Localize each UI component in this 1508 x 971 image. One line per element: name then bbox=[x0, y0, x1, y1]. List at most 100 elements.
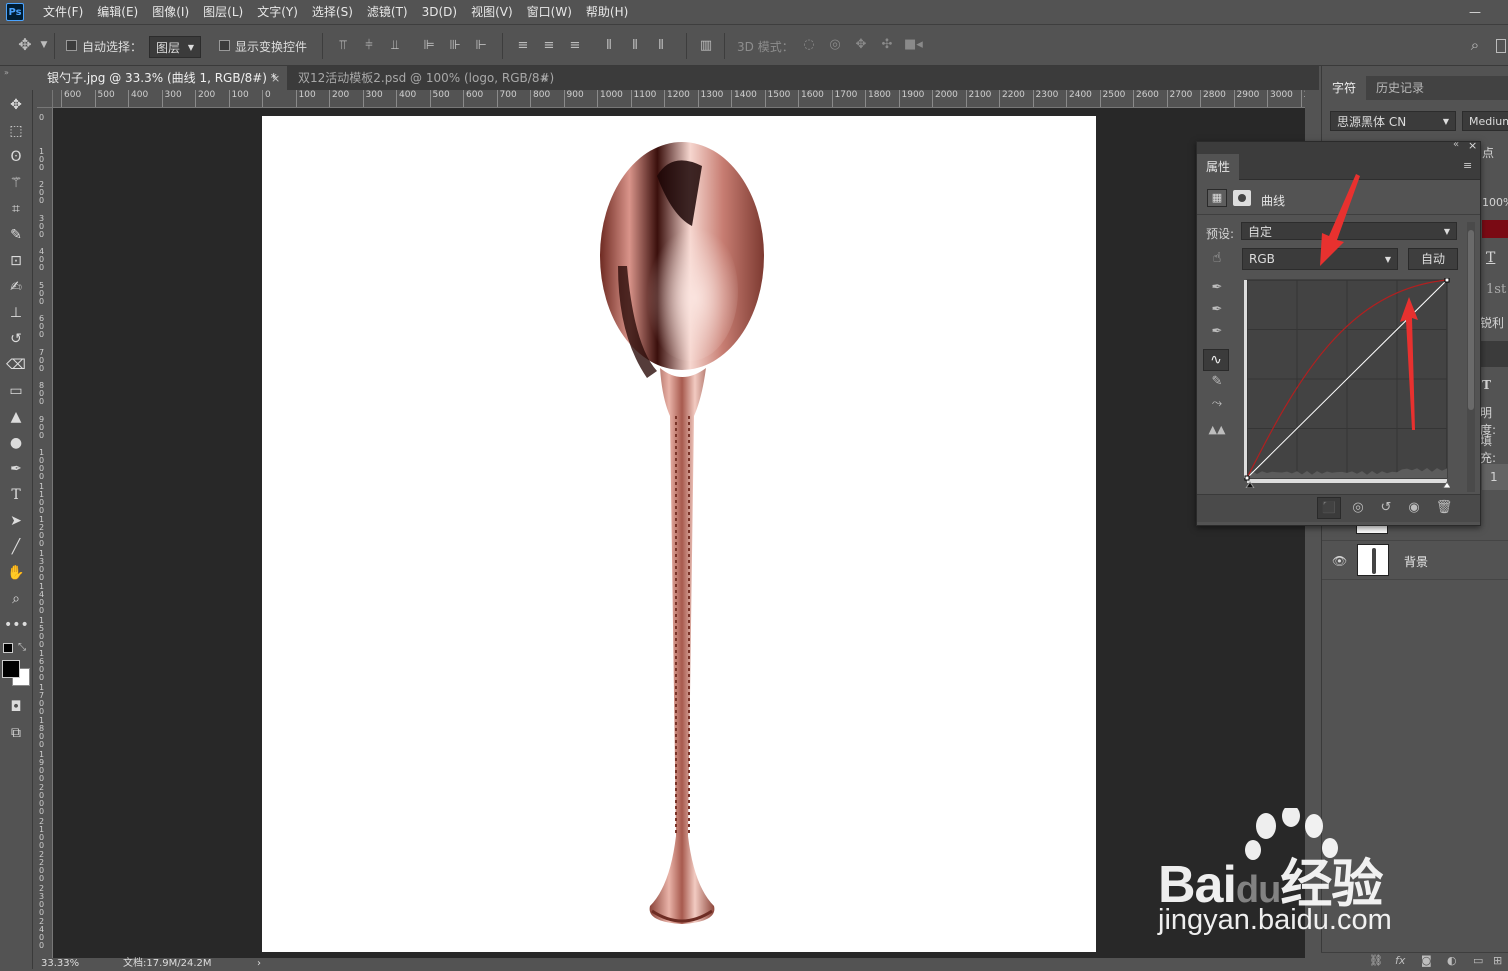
menu-filter[interactable]: 滤镜(T) bbox=[360, 0, 415, 24]
tab-character[interactable]: 字符 bbox=[1322, 76, 1367, 100]
panel-menu-icon[interactable]: ≡ bbox=[1463, 159, 1472, 172]
more-tools-icon[interactable]: ••• bbox=[4, 614, 29, 636]
foreground-color-swatch[interactable] bbox=[2, 660, 20, 678]
ruler-origin[interactable] bbox=[37, 90, 53, 108]
eye-icon[interactable]: 👁 bbox=[1332, 554, 1347, 568]
white-point-eyedropper-icon[interactable]: ✒ bbox=[1207, 324, 1227, 340]
tab-history[interactable]: 历史记录 bbox=[1366, 76, 1434, 100]
target-adjust-hand-icon[interactable]: ☝ bbox=[1207, 250, 1227, 266]
show-transform-checkbox[interactable] bbox=[219, 40, 230, 51]
status-menu-icon[interactable]: › bbox=[257, 958, 261, 969]
auto-button[interactable]: 自动 bbox=[1408, 248, 1458, 270]
gray-point-eyedropper-icon[interactable]: ✒ bbox=[1207, 302, 1227, 318]
align-bottom-icon[interactable]: ⫫ bbox=[387, 38, 403, 54]
curve-graph[interactable] bbox=[1244, 277, 1452, 489]
layer-row[interactable]: 👁 背景 bbox=[1322, 540, 1508, 580]
quick-mask-icon[interactable]: ◘ bbox=[4, 696, 28, 718]
screen-mode-icon[interactable]: ⧉ bbox=[4, 722, 28, 744]
menu-3d[interactable]: 3D(D) bbox=[415, 0, 464, 24]
auto-select-checkbox[interactable] bbox=[66, 40, 77, 51]
eraser-tool-icon[interactable]: ⌫ bbox=[4, 354, 28, 376]
curves-adjustment-icon[interactable]: ▦ bbox=[1207, 189, 1227, 207]
trash-icon[interactable]: 🗑 bbox=[1433, 500, 1455, 516]
lasso-tool-icon[interactable]: ʘ bbox=[4, 146, 28, 168]
menu-layer[interactable]: 图层(L) bbox=[196, 0, 250, 24]
reset-icon[interactable]: ↺ bbox=[1375, 500, 1397, 516]
align-hcenter-icon[interactable]: ⊪ bbox=[447, 38, 463, 54]
text-color-swatch[interactable] bbox=[1482, 220, 1508, 238]
roll-3d-icon[interactable]: ◎ bbox=[826, 37, 844, 53]
close-tab-icon[interactable]: × bbox=[271, 72, 283, 85]
tab-silver-spoon[interactable]: 银勺子.jpg @ 33.3% (曲线 1, RGB/8#) * bbox=[37, 66, 287, 90]
line-tool-icon[interactable]: ╱ bbox=[4, 536, 28, 558]
search-icon[interactable]: ⌕ bbox=[1466, 37, 1484, 53]
menu-select[interactable]: 选择(S) bbox=[305, 0, 360, 24]
auto-select-target-dropdown[interactable]: 图层 ▼ bbox=[149, 36, 201, 58]
close-tab-icon[interactable]: × bbox=[540, 72, 552, 85]
tab-double12-template[interactable]: 双12活动模板2.psd @ 100% (logo, RGB/8#) bbox=[288, 66, 562, 90]
hand-tool-icon[interactable]: ✋ bbox=[4, 562, 28, 584]
dodge-tool-icon[interactable]: ● bbox=[4, 432, 28, 454]
visibility-eye-icon[interactable]: ◉ bbox=[1403, 500, 1425, 516]
brush-tool-icon[interactable]: ✍ bbox=[4, 276, 28, 298]
slide-3d-icon[interactable]: ✣ bbox=[878, 37, 896, 53]
close-icon[interactable]: × bbox=[1468, 139, 1477, 152]
menu-help[interactable]: 帮助(H) bbox=[579, 0, 635, 24]
distribute-bottom-icon[interactable]: ≡ bbox=[567, 38, 583, 54]
minimize-button[interactable]: — bbox=[1460, 2, 1490, 22]
toolbar-collapse-icon[interactable]: » bbox=[0, 66, 37, 90]
magic-wand-tool-icon[interactable]: ⚚ bbox=[4, 172, 28, 194]
underline-icon[interactable]: T bbox=[1486, 250, 1495, 266]
clip-to-layer-icon[interactable]: ⬛ bbox=[1317, 497, 1341, 519]
path-selection-tool-icon[interactable]: ➤ bbox=[4, 510, 28, 532]
crop-tool-icon[interactable]: ⌗ bbox=[4, 198, 28, 220]
new-layer-icon[interactable]: ⊞ bbox=[1493, 953, 1502, 969]
distribute-vcenter-icon[interactable]: ≡ bbox=[541, 38, 557, 54]
menu-image[interactable]: 图像(I) bbox=[145, 0, 196, 24]
font-family-dropdown[interactable]: 思源黑体 CN ▼ bbox=[1330, 111, 1456, 131]
clipping-warning-icon[interactable]: ▲▲ bbox=[1205, 422, 1229, 438]
marquee-tool-icon[interactable]: ⬚ bbox=[4, 120, 28, 142]
move-tool-icon[interactable]: ✥ bbox=[14, 37, 36, 53]
font-style-dropdown[interactable]: Medium bbox=[1462, 111, 1508, 131]
zoom-tool-icon[interactable]: ⌕ bbox=[4, 588, 28, 610]
distribute-hcenter-icon[interactable]: ⦀ bbox=[627, 38, 643, 54]
curve-points-icon[interactable]: ∿ bbox=[1203, 349, 1229, 371]
default-colors-icon[interactable] bbox=[3, 643, 13, 653]
align-right-icon[interactable]: ⊩ bbox=[473, 38, 489, 54]
vertical-ruler[interactable]: 0 100 200 300 400 500 600 700 800 900 1000 1100 1200… bbox=[37, 108, 53, 958]
layer-row-active[interactable]: 1 bbox=[1482, 464, 1508, 490]
pen-tool-icon[interactable]: ✒ bbox=[4, 458, 28, 480]
align-vcenter-icon[interactable]: ⫩ bbox=[361, 38, 377, 54]
channel-dropdown[interactable]: RGB ▼ bbox=[1242, 248, 1398, 270]
menu-edit[interactable]: 编辑(E) bbox=[90, 0, 145, 24]
collapse-icon[interactable]: « bbox=[1453, 139, 1459, 150]
orbit-3d-icon[interactable]: ◌ bbox=[800, 37, 818, 53]
folder-icon[interactable]: ▭ bbox=[1473, 953, 1483, 969]
scale-3d-icon[interactable]: ■◂ bbox=[904, 37, 923, 53]
history-brush-tool-icon[interactable]: ↺ bbox=[4, 328, 28, 350]
superscript-fragment[interactable]: 1st bbox=[1486, 282, 1506, 297]
type-layer-filter-icon[interactable]: T bbox=[1482, 378, 1491, 392]
workspace-icon[interactable] bbox=[1496, 39, 1506, 53]
document-canvas[interactable] bbox=[262, 116, 1096, 952]
view-previous-icon[interactable]: ◎ bbox=[1347, 500, 1369, 516]
distribute-top-icon[interactable]: ≡ bbox=[515, 38, 531, 54]
menu-window[interactable]: 窗口(W) bbox=[520, 0, 579, 24]
black-point-eyedropper-icon[interactable]: ✒ bbox=[1207, 280, 1227, 296]
panel-titlebar[interactable]: « × bbox=[1197, 139, 1480, 154]
scroll-thumb[interactable] bbox=[1468, 230, 1474, 410]
layer-mask-icon[interactable] bbox=[1233, 190, 1251, 206]
distribute-right-icon[interactable]: ⦀ bbox=[653, 38, 669, 54]
align-top-icon[interactable]: ⫪ bbox=[335, 38, 351, 54]
chevron-down-icon[interactable]: ▼ bbox=[38, 37, 50, 53]
menu-file[interactable]: 文件(F) bbox=[36, 0, 90, 24]
type-tool-icon[interactable]: T bbox=[4, 484, 28, 506]
smooth-curve-icon[interactable]: ⤳ bbox=[1207, 396, 1227, 412]
properties-title[interactable]: 属性 bbox=[1197, 154, 1240, 180]
align-left-icon[interactable]: ⊫ bbox=[421, 38, 437, 54]
antialias-fragment[interactable]: 锐利 bbox=[1480, 314, 1504, 331]
pencil-icon[interactable]: ✎ bbox=[1207, 374, 1227, 390]
pan-3d-icon[interactable]: ✥ bbox=[852, 37, 870, 53]
eyedropper-tool-icon[interactable]: ✎ bbox=[4, 224, 28, 246]
